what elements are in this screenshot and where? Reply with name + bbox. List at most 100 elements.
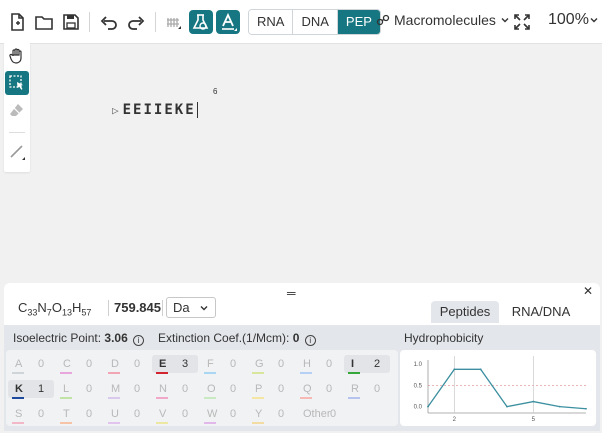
hydrophobicity-point — [532, 400, 535, 403]
dna-mode-button[interactable]: DNA — [293, 10, 338, 34]
amino-acid-count: 2 — [374, 358, 381, 370]
amino-acid-w: W0 — [200, 405, 246, 424]
amino-acid-count: 0 — [38, 408, 45, 420]
info-icon[interactable]: i — [304, 335, 316, 346]
amino-acid-color-bar — [348, 397, 360, 399]
amino-acid-count: 0 — [134, 383, 141, 395]
amino-acid-f: F0 — [200, 355, 246, 374]
amino-acid-count: 0 — [278, 383, 285, 395]
amino-acid-color-bar — [348, 372, 360, 374]
sequence-type-switch: RNA DNA PEP — [248, 9, 381, 35]
amino-acid-color-bar — [108, 372, 120, 374]
amino-acid-count: 0 — [86, 383, 93, 395]
amino-acid-other: Other 0 — [296, 405, 342, 423]
x-tick-label: 2 — [453, 417, 457, 423]
amino-acid-code: W — [207, 408, 218, 420]
amino-acid-color-bar — [156, 372, 168, 374]
amino-acid-color-bar — [60, 422, 72, 424]
amino-acid-count: 1 — [38, 383, 45, 395]
divider — [108, 300, 109, 316]
amino-acid-e: E3 — [152, 355, 198, 374]
amino-acid-code: H — [303, 358, 311, 370]
amino-acid-d: D0 — [104, 355, 150, 374]
sequence-canvas[interactable]: 6 ▷ EEIIEKE — [34, 44, 602, 284]
amino-acid-count: 0 — [38, 358, 45, 370]
amino-acid-count: 0 — [230, 358, 237, 370]
amino-acid-count-grid: A0C0D0E3F0G0H0I2K1L0M0N0O0P0Q0R0S0T0U0V0… — [6, 350, 398, 426]
amino-acid-count: 0 — [326, 358, 333, 370]
amino-acid-o: O0 — [200, 380, 246, 399]
palette-divider — [9, 132, 25, 133]
undo-icon[interactable] — [97, 10, 121, 34]
y-tick-label: 1.0 — [414, 362, 423, 368]
tab-peptides[interactable]: Peptides — [431, 301, 499, 323]
amino-acid-code: V — [159, 408, 167, 420]
x-tick-label: 5 — [532, 417, 536, 423]
macromolecules-dropdown[interactable]: Macromolecules — [376, 12, 510, 28]
amino-acid-color-bar — [204, 397, 216, 399]
text-style-icon[interactable] — [216, 10, 240, 34]
amino-acid-count: 0 — [182, 383, 189, 395]
top-toolbar: RNA DNA PEP Macromolecules 100% — [0, 0, 602, 44]
eraser-icon[interactable] — [5, 98, 29, 122]
amino-acid-count: 0 — [278, 408, 285, 420]
tool-palette — [4, 42, 30, 172]
amino-acid-u: U0 — [104, 405, 150, 424]
amino-acid-n: N0 — [152, 380, 198, 399]
new-file-icon[interactable] — [5, 10, 29, 34]
close-icon[interactable]: ✕ — [583, 284, 593, 298]
hydrophobicity-chart-svg: 1.0 0.5 0.0 2 5 — [414, 356, 587, 423]
amino-acid-code: I — [351, 358, 355, 370]
y-tick-label: 0.5 — [414, 383, 423, 389]
erase-flask-icon[interactable] — [189, 10, 213, 34]
amino-acid-color-bar — [300, 397, 312, 399]
amino-acid-code: P — [255, 383, 263, 395]
mass-unit-select[interactable]: Da — [166, 297, 216, 318]
amino-acid-color-bar — [108, 422, 120, 424]
info-icon[interactable]: i — [133, 335, 145, 346]
amino-acid-color-bar — [252, 372, 264, 374]
amino-acid-color-bar — [156, 422, 168, 424]
amino-acid-color-bar — [252, 397, 264, 399]
amino-acid-code: A — [15, 358, 23, 370]
amino-acid-p: P0 — [248, 380, 294, 399]
select-rectangle-icon[interactable] — [5, 71, 29, 95]
tab-rna-dna[interactable]: RNA/DNA — [500, 301, 582, 323]
drag-handle-icon[interactable]: ═ — [287, 286, 296, 300]
extinction-label: Extinction Coef.(1/Mcm): — [158, 331, 290, 345]
sequence-text: EEIIEKE — [122, 102, 196, 118]
hand-icon[interactable] — [5, 44, 29, 68]
amino-acid-code: O — [207, 383, 216, 395]
hydrophobicity-point — [479, 368, 482, 371]
pep-mode-button[interactable]: PEP — [337, 10, 380, 34]
amino-acid-code: N — [159, 383, 167, 395]
fullscreen-icon[interactable] — [510, 10, 534, 34]
macromolecules-label: Macromolecules — [394, 12, 496, 28]
amino-acid-color-bar — [60, 372, 72, 374]
amino-acid-code: E — [159, 358, 167, 370]
amino-acid-count: 0 — [230, 408, 237, 420]
toolbar-divider — [155, 12, 156, 32]
bond-line-icon[interactable] — [5, 140, 29, 164]
amino-acid-y: Y0 — [248, 405, 294, 424]
zoom-dropdown[interactable]: 100% — [548, 11, 599, 29]
amino-acid-color-bar — [12, 397, 24, 399]
extinction-coefficient: Extinction Coef.(1/Mcm): 0 i — [158, 331, 316, 346]
rna-mode-button[interactable]: RNA — [249, 10, 294, 34]
redo-icon[interactable] — [124, 10, 148, 34]
amino-acid-t: T0 — [56, 405, 102, 424]
save-icon[interactable] — [59, 10, 83, 34]
amino-acid-code: Y — [255, 408, 263, 420]
link-icon — [376, 14, 390, 26]
sequence-layout-icon[interactable] — [162, 10, 186, 34]
amino-acid-h: H0 — [296, 355, 342, 374]
hydrophobicity-point — [453, 368, 456, 371]
amino-acid-code: R — [351, 383, 359, 395]
open-folder-icon[interactable] — [32, 10, 56, 34]
amino-acid-color-bar — [204, 422, 216, 424]
hydrophobicity-label: Hydrophobicity — [404, 331, 484, 345]
amino-acid-a: A0 — [8, 355, 54, 374]
amino-acid-color-bar — [204, 372, 216, 374]
amino-acid-code: Other — [303, 408, 331, 420]
peptide-sequence[interactable]: ▷ EEIIEKE — [112, 102, 198, 118]
